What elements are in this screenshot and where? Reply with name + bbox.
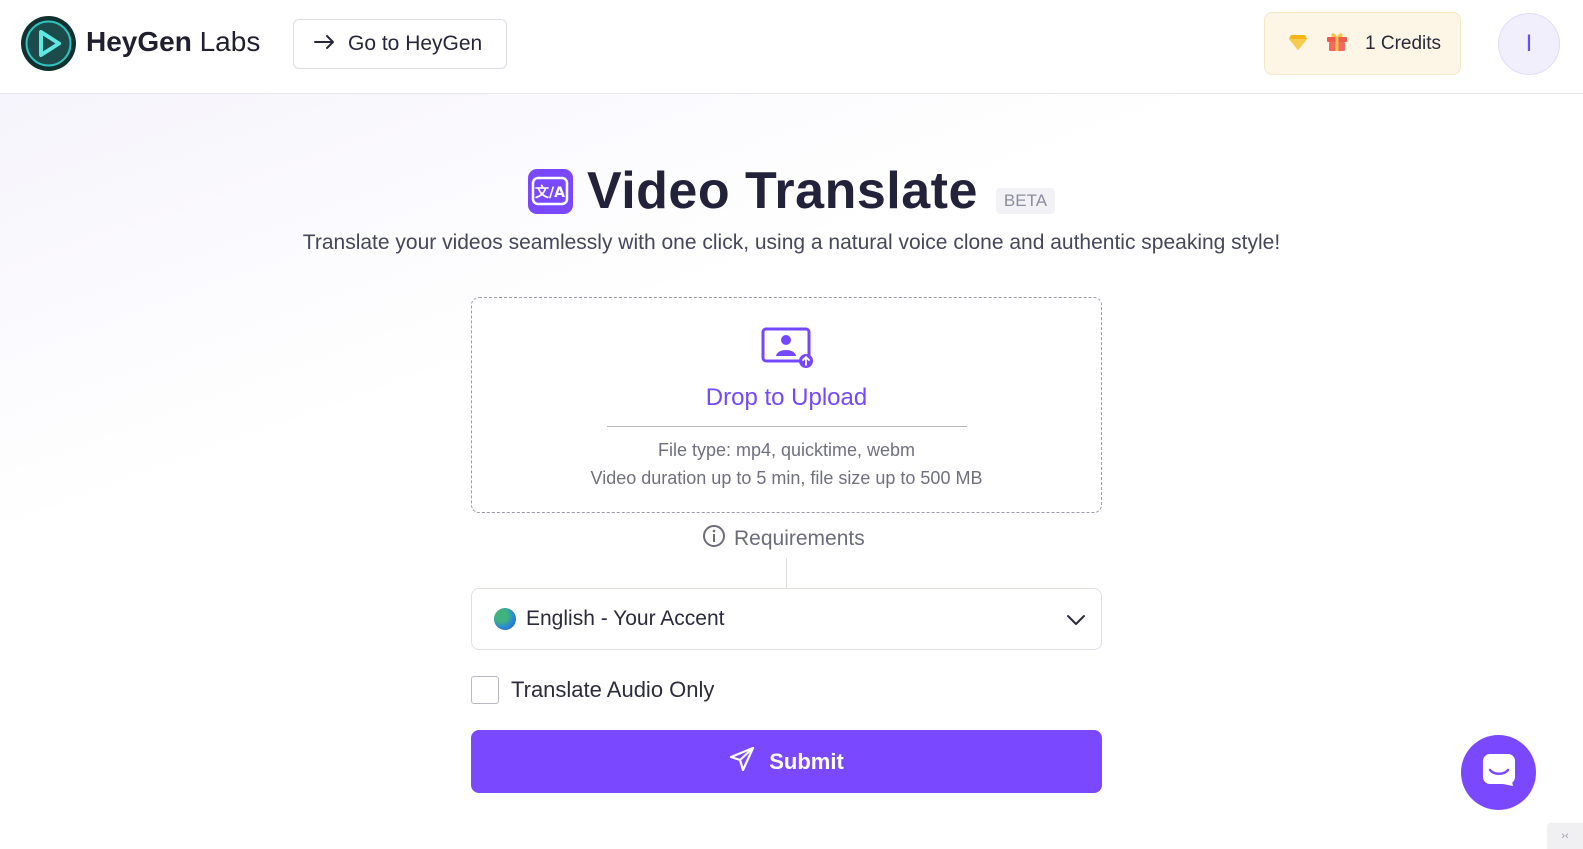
- avatar-letter: I: [1525, 30, 1533, 57]
- translate-icon-text: 文/A: [535, 184, 565, 201]
- connector-line: [786, 558, 787, 588]
- brand-light: Labs: [199, 26, 261, 57]
- go-to-heygen-button[interactable]: Go to HeyGen: [293, 19, 507, 69]
- user-avatar[interactable]: I: [1498, 13, 1560, 75]
- file-limit-info: Video duration up to 5 min, file size up…: [590, 468, 983, 488]
- upload-dropzone[interactable]: Drop to Upload File type: mp4, quicktime…: [471, 297, 1102, 513]
- file-type-info: File type: mp4, quicktime, webm: [657, 440, 916, 460]
- translate-audio-only-checkbox[interactable]: [471, 676, 499, 704]
- info-icon: [702, 524, 726, 554]
- globe-icon: [494, 608, 516, 630]
- beta-badge: BETA: [995, 188, 1056, 214]
- credits-badge[interactable]: 1 Credits: [1264, 12, 1461, 75]
- requirements-label: Requirements: [734, 527, 865, 550]
- brand-bold: HeyGen: [86, 26, 192, 57]
- chevron-down-icon: [1065, 609, 1087, 637]
- page-subtitle: Translate your videos seamlessly with on…: [302, 231, 1281, 254]
- gift-icon: [1325, 30, 1349, 58]
- video-upload-icon: [761, 326, 815, 375]
- arrow-right-icon: [314, 32, 336, 56]
- top-bar: HeyGen Labs Go to HeyGen 1 Credits I: [0, 0, 1583, 94]
- page-title-row: 文/A Video Translate BETA: [0, 160, 1583, 222]
- go-to-heygen-label: Go to HeyGen: [348, 32, 483, 55]
- credits-label: 1 Credits: [1365, 32, 1442, 54]
- dropzone-divider: [607, 426, 967, 427]
- drop-to-upload-label: Drop to Upload: [705, 384, 868, 411]
- translate-audio-only-label[interactable]: Translate Audio Only: [511, 677, 714, 703]
- translate-icon: 文/A: [527, 168, 573, 214]
- heygen-logo-icon[interactable]: [21, 16, 76, 71]
- page-title: Video Translate: [586, 162, 978, 220]
- chat-button[interactable]: [1461, 735, 1536, 810]
- submit-label: Submit: [769, 748, 844, 774]
- language-selected-value: English - Your Accent: [526, 607, 725, 630]
- language-select[interactable]: English - Your Accent: [471, 588, 1102, 650]
- brand-name[interactable]: HeyGen Labs: [86, 26, 260, 58]
- diamond-icon: [1287, 30, 1309, 58]
- requirements-link[interactable]: Requirements: [702, 524, 865, 554]
- submit-button[interactable]: Submit: [471, 730, 1102, 793]
- corner-widget-icon: ›‹: [1547, 823, 1583, 849]
- send-icon: [729, 746, 755, 778]
- chat-icon: [1481, 752, 1517, 793]
